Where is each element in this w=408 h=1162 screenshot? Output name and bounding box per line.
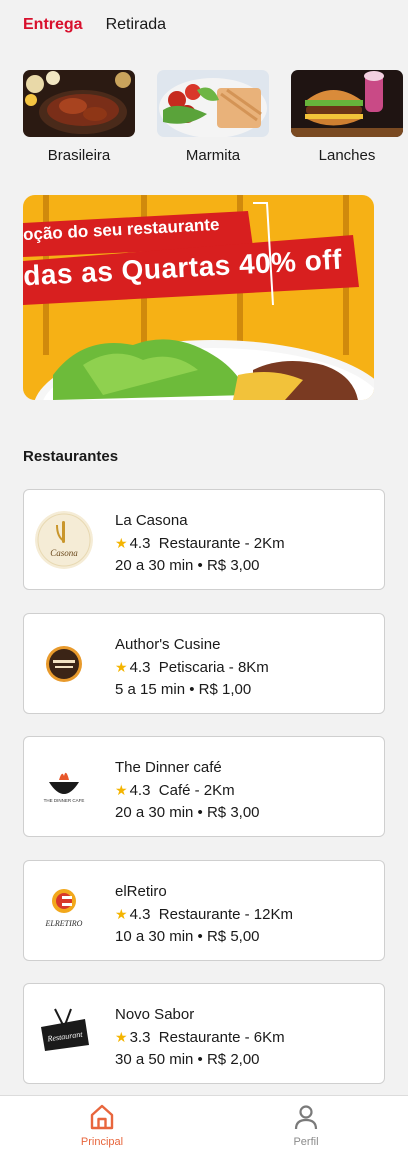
restaurant-rating: 3.3 xyxy=(129,1029,151,1046)
restaurant-rating-row: ★ 4.3 Restaurante - 12Km xyxy=(115,903,293,926)
restaurant-logo: THE DINNER CAFE xyxy=(35,758,93,816)
section-title: Restaurantes xyxy=(23,448,119,465)
restaurant-category: Restaurante - 6Km xyxy=(158,1029,285,1046)
elretiro-logo-text: ELRETIRO xyxy=(45,919,83,928)
star-icon: ★ xyxy=(115,1029,128,1045)
restaurant-name: La Casona xyxy=(115,512,188,529)
restaurant-info: The Dinner café ★ 4.3 Café - 2Km 20 a 30 … xyxy=(115,757,260,824)
restaurant-rating: 4.3 xyxy=(129,535,151,552)
restaurant-name: elRetiro xyxy=(115,882,167,900)
nav-label-perfil: Perfil xyxy=(293,1136,319,1148)
category-label: Lanches xyxy=(318,147,376,164)
restaurant-rating: 4.3 xyxy=(129,658,151,676)
restaurant-rating-row: ★ 4.3 Café - 2Km xyxy=(115,779,260,802)
star-icon: ★ xyxy=(115,905,128,922)
restaurant-logo xyxy=(35,634,93,693)
category-lanches-image xyxy=(291,70,403,137)
restaurant-rating-row: ★ 3.3 Restaurante - 6Km xyxy=(115,1026,285,1049)
restaurant-info: Novo Sabor ★ 3.3 Restaurante - 6Km 30 a 5… xyxy=(115,1004,285,1071)
restaurant-name: The Dinner café xyxy=(115,759,222,776)
restaurant-list: Casona La Casona ★ 4.3 Restaurante - 2Km … xyxy=(23,489,385,1107)
restaurant-rating-row: ★ 4.3 Restaurante - 2Km xyxy=(115,532,285,555)
star-icon: ★ xyxy=(115,535,128,551)
restaurant-card[interactable]: Restaurant Novo Sabor ★ 3.3 Restaurante -… xyxy=(23,983,385,1084)
category-marmita[interactable]: Marmita xyxy=(157,70,269,164)
category-brasileira[interactable]: Brasileira xyxy=(23,70,135,164)
restaurant-category: Petiscaria - 8Km xyxy=(158,658,269,676)
restaurant-delivery: 10 a 30 min • R$ 5,00 xyxy=(115,927,260,945)
restaurant-category: Restaurante - 2Km xyxy=(158,535,285,552)
bottom-navigation: Principal Perfil xyxy=(0,1095,408,1162)
restaurant-logo: Restaurant xyxy=(35,1005,93,1063)
category-lanches[interactable]: Lanches xyxy=(291,70,403,164)
restaurant-info: La Casona ★ 4.3 Restaurante - 2Km 20 a 30… xyxy=(115,510,285,577)
category-marmita-image xyxy=(157,70,269,137)
restaurant-rating-row: ★ 4.3 Petiscaria - 8Km xyxy=(115,656,269,679)
restaurant-logo: Casona xyxy=(35,511,93,569)
nav-item-principal[interactable]: Principal xyxy=(0,1096,204,1162)
category-brasileira-image xyxy=(23,70,135,137)
delivery-mode-tabs: Entrega Retirada xyxy=(23,16,166,34)
restaurant-info: elRetiro ★ 4.3 Restaurante - 12Km 10 a 30… xyxy=(115,881,293,948)
restaurant-card[interactable]: THE DINNER CAFE The Dinner café ★ 4.3 Caf… xyxy=(23,736,385,837)
star-icon: ★ xyxy=(115,658,128,675)
dinner-logo-text: THE DINNER CAFE xyxy=(44,798,85,803)
category-label: Brasileira xyxy=(47,147,111,164)
restaurant-category: Restaurante - 12Km xyxy=(158,905,293,923)
nav-item-perfil[interactable]: Perfil xyxy=(204,1096,408,1162)
category-list: Brasileira Marmita Lanches xyxy=(23,70,403,164)
restaurant-delivery: 20 a 30 min • R$ 3,00 xyxy=(115,804,260,821)
restaurant-delivery: 5 a 15 min • R$ 1,00 xyxy=(115,680,252,698)
category-label: Marmita xyxy=(185,147,241,164)
restaurant-category: Café - 2Km xyxy=(158,782,235,799)
restaurant-delivery: 30 a 50 min • R$ 2,00 xyxy=(115,1051,260,1068)
restaurant-name: Novo Sabor xyxy=(115,1006,195,1023)
restaurant-name: Author's Cusine xyxy=(115,635,221,653)
user-icon xyxy=(294,1105,318,1130)
restaurant-logo: ELRETIRO xyxy=(35,881,93,940)
nav-label-principal: Principal xyxy=(80,1136,124,1148)
restaurant-delivery: 20 a 30 min • R$ 3,00 xyxy=(115,557,260,574)
restaurant-card[interactable]: ELRETIRO elRetiro ★ 4.3 Restaurante - 12K… xyxy=(23,859,385,961)
restaurant-card[interactable]: Casona La Casona ★ 4.3 Restaurante - 2Km … xyxy=(23,489,385,590)
restaurant-card[interactable]: Author's Cusine ★ 4.3 Petiscaria - 8Km 5 … xyxy=(23,612,385,714)
tab-entrega[interactable]: Entrega xyxy=(23,16,83,34)
casona-logo-text: Casona xyxy=(50,548,78,558)
star-icon: ★ xyxy=(115,782,128,798)
tab-retirada[interactable]: Retirada xyxy=(106,16,166,34)
promo-banner[interactable]: oção do seu restaurante das as Quartas 4… xyxy=(23,195,374,400)
home-icon xyxy=(90,1104,114,1130)
restaurant-rating: 4.3 xyxy=(129,905,151,923)
restaurant-info: Author's Cusine ★ 4.3 Petiscaria - 8Km 5 … xyxy=(115,634,269,701)
restaurant-rating: 4.3 xyxy=(129,782,151,799)
